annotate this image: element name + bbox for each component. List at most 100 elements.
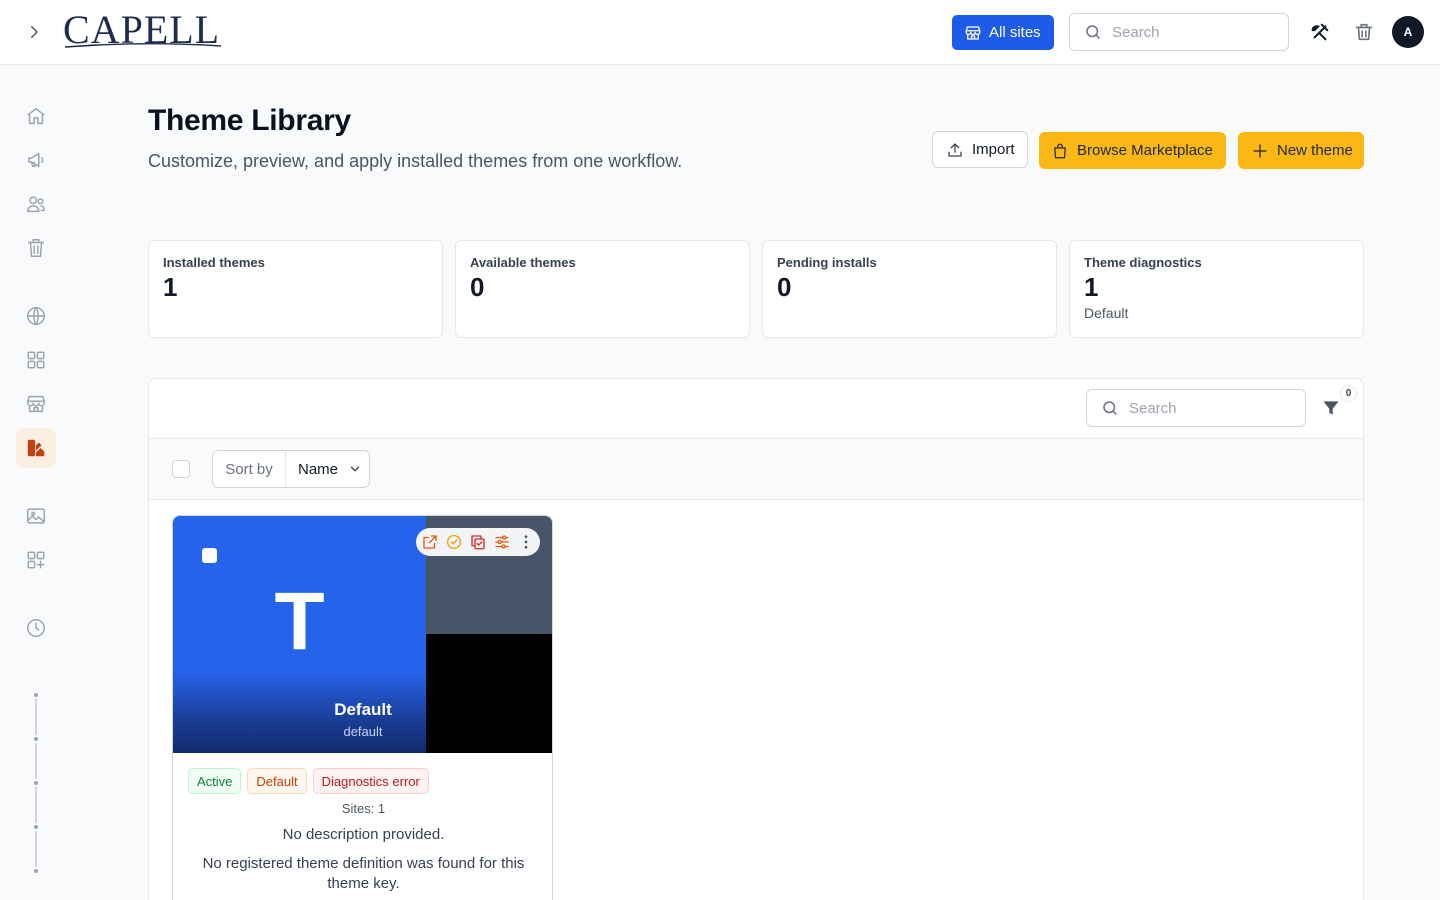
grid-icon — [27, 351, 45, 369]
theme-name: Default — [334, 700, 392, 719]
new-theme-button[interactable]: New theme — [1238, 132, 1364, 169]
search-icon — [1086, 25, 1100, 39]
list-toolbar: 0 — [149, 379, 1363, 439]
stat-value: 1 — [1084, 272, 1099, 302]
select-all-checkbox[interactable] — [172, 460, 190, 478]
theme-list-panel: 0 Sort by Name T Default default — [148, 378, 1364, 900]
timeline-dot[interactable] — [32, 735, 40, 743]
stat-label: Installed themes — [163, 255, 265, 270]
expand-sidebar-button[interactable] — [22, 20, 46, 44]
sort-value: Name — [298, 460, 339, 478]
sidebar-item-extensions[interactable] — [16, 540, 56, 580]
top-bar: CAPELL All sites A — [0, 0, 1440, 65]
copy-icon — [471, 535, 485, 550]
sidebar-item-announcements[interactable] — [16, 140, 56, 180]
external-edit-icon — [423, 535, 437, 549]
sort-label: Sort by — [213, 451, 286, 487]
stat-sub: Default — [1084, 305, 1129, 321]
filter-icon — [1323, 401, 1339, 415]
filter-button[interactable] — [1321, 398, 1341, 418]
more-actions-button[interactable] — [517, 533, 535, 551]
theme-icon — [27, 439, 45, 457]
filter-count-badge: 0 — [1340, 385, 1357, 402]
page-title: Theme Library — [148, 104, 351, 137]
sidebar-item-users[interactable] — [16, 184, 56, 224]
trash-button[interactable] — [1353, 21, 1375, 43]
trash-icon — [27, 239, 45, 257]
logo-swoosh — [64, 43, 222, 48]
upload-icon — [948, 142, 962, 157]
theme-preview[interactable]: T Default default — [173, 516, 552, 753]
theme-sites-count: Sites: 1 — [341, 801, 386, 816]
sort-row: Sort by Name — [149, 439, 1363, 500]
sliders-icon — [495, 535, 509, 549]
shopping-bag-icon — [1054, 143, 1066, 158]
stat-value: 0 — [777, 272, 792, 302]
activate-theme-button[interactable] — [445, 533, 463, 551]
theme-key: default — [343, 724, 383, 739]
tools-icon — [1311, 23, 1329, 41]
theme-letter: T — [274, 576, 325, 667]
customize-theme-button[interactable] — [493, 533, 511, 551]
add-grid-icon — [27, 551, 45, 569]
stat-value: 0 — [470, 272, 485, 302]
global-search[interactable] — [1069, 13, 1289, 51]
duplicate-theme-button[interactable] — [469, 533, 487, 551]
sidebar-item-trash[interactable] — [16, 228, 56, 268]
new-theme-label: New theme — [1277, 142, 1353, 159]
chevron-right-icon — [31, 26, 38, 38]
stat-card-pending: Pending installs 0 — [762, 240, 1057, 338]
sidebar-item-home[interactable] — [16, 96, 56, 136]
sidebar-item-sites[interactable] — [16, 296, 56, 336]
import-button[interactable]: Import — [932, 131, 1028, 168]
search-icon — [1103, 401, 1117, 415]
stat-label: Pending installs — [777, 255, 877, 270]
status-badge-active: Active — [188, 768, 242, 794]
megaphone-icon — [27, 152, 44, 168]
timeline-dot[interactable] — [32, 691, 40, 699]
stat-value: 1 — [163, 272, 178, 302]
list-search[interactable] — [1086, 389, 1306, 427]
theme-card[interactable]: T Default default Active Default Diagnos… — [172, 515, 553, 900]
browse-marketplace-label: Browse Marketplace — [1077, 142, 1213, 159]
chevron-down-icon — [350, 466, 360, 472]
stat-label: Theme diagnostics — [1084, 255, 1202, 270]
sidebar-item-themes[interactable] — [16, 428, 56, 468]
list-search-input[interactable] — [1129, 399, 1279, 417]
user-avatar[interactable]: A — [1392, 16, 1424, 48]
image-icon — [27, 508, 45, 524]
theme-badges: Active Default Diagnostics error — [188, 768, 429, 794]
check-circle-icon — [446, 534, 462, 550]
import-label: Import — [972, 141, 1015, 158]
more-vertical-icon — [524, 535, 528, 549]
timeline-dot[interactable] — [32, 867, 40, 875]
status-badge-diagnostics: Diagnostics error — [312, 768, 429, 794]
stat-label: Available themes — [470, 255, 576, 270]
all-sites-button[interactable]: All sites — [952, 15, 1054, 50]
users-icon — [27, 196, 45, 213]
timeline-dot[interactable] — [32, 779, 40, 787]
clock-icon — [27, 619, 45, 637]
theme-actions — [416, 528, 540, 556]
stat-card-available: Available themes 0 — [455, 240, 750, 338]
trash-icon — [1355, 23, 1373, 41]
stat-card-diagnostics: Theme diagnostics 1 Default — [1069, 240, 1364, 338]
all-sites-label: All sites — [989, 24, 1041, 41]
tools-button[interactable] — [1309, 21, 1331, 43]
sidebar — [0, 65, 72, 900]
sidebar-item-history[interactable] — [16, 608, 56, 648]
sidebar-item-apps[interactable] — [16, 340, 56, 380]
sidebar-item-media[interactable] — [16, 496, 56, 536]
sidebar-item-store[interactable] — [16, 384, 56, 424]
open-theme-button[interactable] — [421, 533, 439, 551]
store-icon — [27, 395, 45, 413]
globe-icon — [27, 307, 45, 325]
theme-select-checkbox[interactable] — [202, 548, 217, 563]
timeline-dot[interactable] — [32, 823, 40, 831]
sort-select[interactable]: Name — [286, 451, 369, 487]
browse-marketplace-button[interactable]: Browse Marketplace — [1039, 132, 1226, 169]
page-subtitle: Customize, preview, and apply installed … — [148, 151, 683, 171]
global-search-input[interactable] — [1112, 23, 1262, 41]
status-badge-default: Default — [247, 768, 307, 794]
preview-tertiary-swatch — [426, 634, 552, 753]
